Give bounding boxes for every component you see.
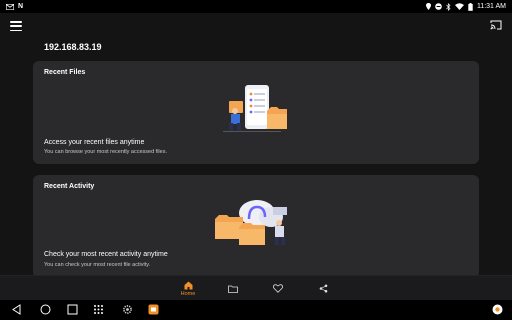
dnd-icon [435,3,442,10]
recent-activity-heading: Check your most recent activity anytime [44,251,168,258]
gmail-icon [6,3,14,10]
home-icon [184,281,192,289]
folder-icon [228,285,238,293]
share-icon [319,284,327,293]
nav-home-label: Home [180,290,196,297]
app-bar [0,13,512,40]
recent-activity-card[interactable]: Recent Activity Check your most recent a… [33,175,479,278]
recent-files-card[interactable]: Recent Files Access your recent files an… [33,61,479,164]
assistant-icon[interactable] [492,304,503,315]
file-manager-app-icon[interactable] [148,304,159,315]
cast-icon[interactable] [490,20,502,30]
system-nav-bar [0,300,512,320]
recent-files-illustration [223,85,287,132]
recent-files-heading: Access your recent files anytime [44,139,145,146]
status-left: N [6,3,23,10]
status-bar: N 11:31 AM [0,0,512,13]
recent-activity-title: Recent Activity [44,183,95,190]
nav-share[interactable] [313,276,333,301]
status-right: 11:31 AM [425,2,506,11]
recent-activity-subtitle: You can check your most recent file acti… [44,262,151,268]
recent-files-title: Recent Files [44,69,86,76]
nav-favorites[interactable] [268,276,288,301]
app-drawer-icon[interactable] [93,304,104,315]
back-icon[interactable] [12,304,21,315]
status-time: 11:31 AM [476,3,506,10]
bluetooth-icon [446,2,451,11]
n-icon: N [18,3,24,10]
nav-folder[interactable] [223,276,243,301]
recents-icon[interactable] [67,304,78,315]
ip-address-title: 192.168.83.19 [44,42,102,52]
menu-icon[interactable] [10,21,22,31]
bottom-nav: Home [0,275,512,300]
nav-home[interactable]: Home [172,276,204,301]
heart-icon [273,284,283,293]
settings-app-icon[interactable] [122,304,133,315]
wifi-icon [454,3,464,10]
location-icon [425,3,431,10]
recent-activity-illustration [215,200,287,245]
recent-files-subtitle: You can browse your most recently access… [44,149,167,155]
battery-icon [468,2,473,11]
home-circle-icon[interactable] [40,304,51,315]
